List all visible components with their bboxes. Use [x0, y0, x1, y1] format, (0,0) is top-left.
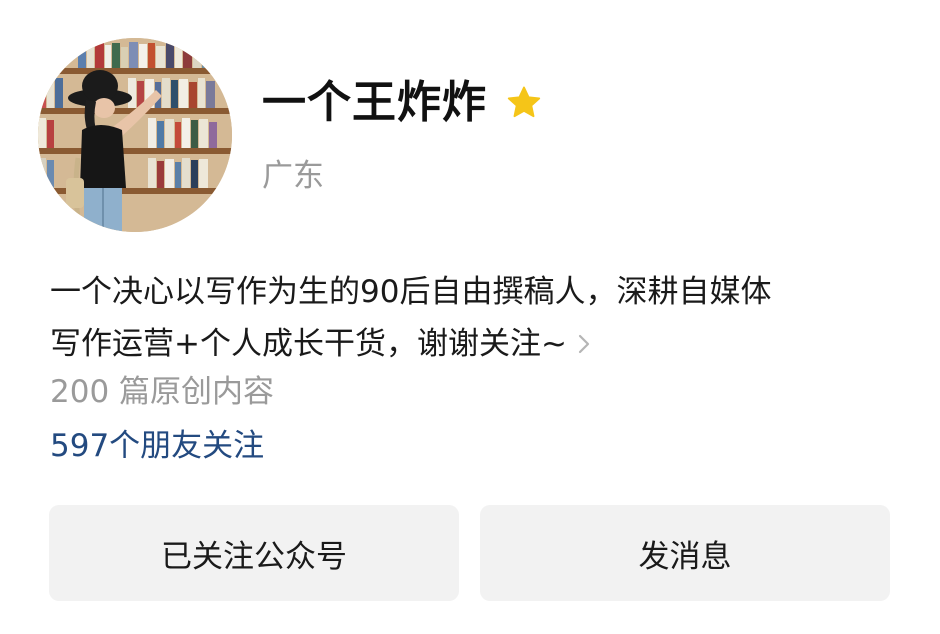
- account-name: 一个王炸炸: [262, 77, 487, 128]
- bio[interactable]: 一个决心以写作为生的90后自由撰稿人，深耕自媒体 写作运营+个人成长干货，谢谢关…: [50, 266, 900, 370]
- bio-line-2-wrap: 写作运营+个人成长干货，谢谢关注~: [50, 318, 900, 370]
- avatar-photo-icon: [38, 38, 232, 232]
- chevron-right-icon[interactable]: [577, 319, 591, 354]
- name-row: 一个王炸炸: [262, 74, 543, 132]
- send-message-button[interactable]: 发消息: [480, 505, 890, 601]
- location: 广东: [262, 158, 324, 194]
- star-icon: [505, 84, 543, 122]
- articles-count: 200 篇原创内容: [50, 374, 275, 410]
- avatar[interactable]: [38, 38, 232, 232]
- friends-following-link[interactable]: 597个朋友关注: [50, 424, 264, 468]
- followed-account-button[interactable]: 已关注公众号: [49, 505, 459, 601]
- bio-line-1: 一个决心以写作为生的90后自由撰稿人，深耕自媒体: [50, 274, 772, 310]
- bio-line-2: 写作运营+个人成长干货，谢谢关注~: [50, 326, 567, 362]
- profile-page: 一个王炸炸 广东 一个决心以写作为生的90后自由撰稿人，深耕自媒体 写作运营+个…: [0, 0, 940, 634]
